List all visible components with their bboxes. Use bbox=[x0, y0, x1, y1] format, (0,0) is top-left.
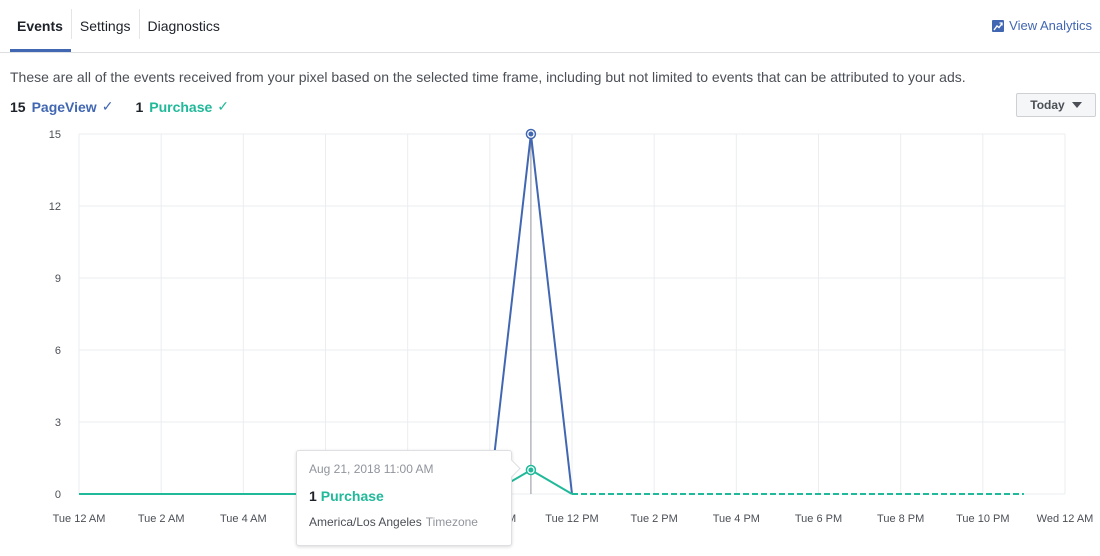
view-analytics-link[interactable]: View Analytics bbox=[992, 18, 1092, 33]
check-icon: ✓ bbox=[101, 98, 114, 114]
x-tick-label: Tue 4 AM bbox=[220, 513, 267, 525]
x-axis: Tue 12 AMTue 2 AMTue 4 AMTue 6 AMTue 8 A… bbox=[53, 513, 1094, 525]
tab-events[interactable]: Events bbox=[10, 0, 71, 52]
y-axis: 0 3 6 9 12 15 bbox=[49, 129, 61, 501]
time-range-label: Today bbox=[1030, 98, 1065, 112]
y-tick-label: 0 bbox=[55, 489, 61, 501]
legend-count: 1 bbox=[135, 98, 144, 115]
x-tick-label: Tue 12 PM bbox=[545, 513, 598, 525]
x-tick-label: Wed 12 AM bbox=[1037, 513, 1094, 525]
timezone-label: Timezone bbox=[425, 515, 478, 529]
chart-legend: 15 PageView ✓ 1 Purchase ✓ bbox=[10, 98, 251, 115]
y-tick-label: 12 bbox=[49, 201, 61, 213]
y-tick-label: 6 bbox=[55, 345, 61, 357]
chart-series bbox=[79, 128, 1024, 495]
tooltip-count: 1 bbox=[309, 488, 317, 504]
chart-grid bbox=[78, 133, 1066, 495]
x-tick-label: Tue 12 AM bbox=[53, 513, 106, 525]
x-tick-label: Tue 2 AM bbox=[138, 513, 185, 525]
x-tick-label: Tue 8 PM bbox=[877, 513, 924, 525]
purchase-hover-marker-dot bbox=[528, 467, 534, 473]
time-range-dropdown[interactable]: Today bbox=[1016, 93, 1096, 117]
description-text: These are all of the events received fro… bbox=[10, 69, 966, 85]
caret-down-icon bbox=[1071, 102, 1082, 108]
tab-label: Events bbox=[17, 18, 63, 34]
x-tick-label: Tue 2 PM bbox=[631, 513, 678, 525]
events-chart: 0 3 6 9 12 15 Tue 12 AM Tue 2 AM Tue 4 AM Tue 6 … bbox=[49, 128, 1094, 525]
pageview-hover-marker-dot bbox=[528, 131, 534, 137]
legend-item-pageview[interactable]: 15 PageView ✓ bbox=[10, 98, 113, 115]
tab-diagnostics[interactable]: Diagnostics bbox=[140, 0, 228, 52]
legend-name: Purchase bbox=[149, 98, 213, 115]
check-icon: ✓ bbox=[217, 98, 230, 114]
view-analytics-label: View Analytics bbox=[1009, 18, 1092, 33]
y-tick-label: 3 bbox=[55, 417, 61, 429]
header-divider bbox=[0, 52, 1100, 53]
tab-label: Diagnostics bbox=[147, 18, 220, 34]
tab-settings[interactable]: Settings bbox=[72, 0, 139, 52]
x-tick-label: Tue 10 PM bbox=[956, 513, 1009, 525]
tooltip-event: Purchase bbox=[320, 488, 384, 504]
legend-name: PageView bbox=[31, 98, 97, 115]
tab-bar: Events Settings Diagnostics bbox=[10, 0, 228, 52]
chart-tooltip: Aug 21, 2018 11:00 AM 1 Purchase America/… bbox=[296, 450, 512, 546]
tooltip-date: Aug 21, 2018 11:00 AM bbox=[309, 462, 434, 476]
tab-label: Settings bbox=[79, 18, 131, 34]
legend-item-purchase[interactable]: 1 Purchase ✓ bbox=[135, 98, 229, 115]
x-tick-label: Tue 6 PM bbox=[795, 513, 842, 525]
y-tick-label: 9 bbox=[55, 273, 61, 285]
tooltip-timezone: America/Los Angeles Timezone bbox=[309, 515, 499, 529]
x-tick-label: Tue 4 PM bbox=[713, 513, 760, 525]
timezone-value: America/Los Angeles bbox=[309, 515, 422, 529]
legend-count: 15 bbox=[10, 98, 26, 115]
y-tick-label: 15 bbox=[49, 129, 61, 141]
trend-chart-icon bbox=[992, 19, 1005, 32]
tooltip-value: 1 Purchase bbox=[309, 488, 499, 504]
